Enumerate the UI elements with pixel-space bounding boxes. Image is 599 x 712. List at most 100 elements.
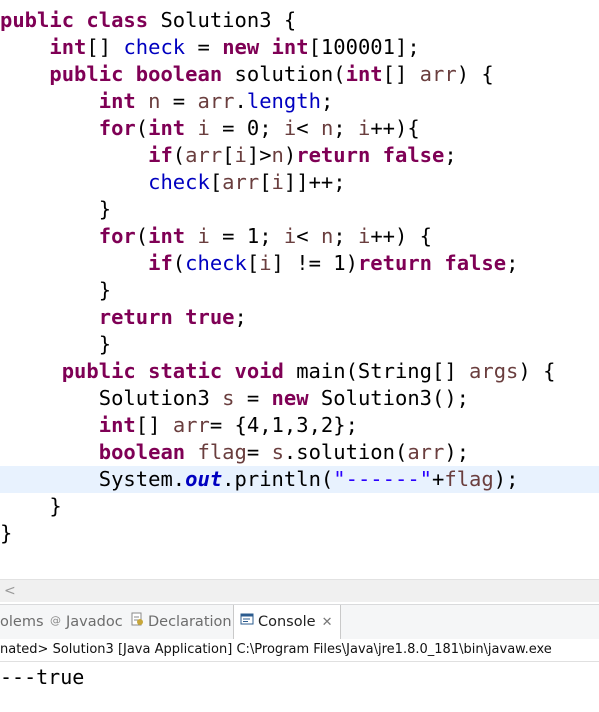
code-token: arr bbox=[419, 62, 457, 86]
code-line[interactable]: public static void main(String[] args) { bbox=[0, 358, 556, 385]
code-token: ; bbox=[444, 143, 457, 167]
code-token: return false bbox=[357, 251, 507, 275]
code-token: [100001]; bbox=[308, 35, 420, 59]
code-line[interactable]: int n = arr.length; bbox=[0, 88, 334, 115]
code-token: i bbox=[283, 224, 297, 248]
code-token: args bbox=[469, 359, 519, 383]
code-line[interactable]: check[arr[i]]++; bbox=[0, 169, 346, 196]
code-token: . bbox=[234, 89, 247, 113]
code-token: ) { bbox=[456, 62, 494, 86]
code-line[interactable]: int[] check = new int[100001]; bbox=[0, 34, 420, 61]
code-token: if bbox=[148, 143, 173, 167]
tab-console[interactable]: Console ✕ bbox=[233, 605, 342, 639]
code-editor[interactable]: public class Solution3 { int[] check = n… bbox=[0, 0, 599, 578]
code-token: = bbox=[160, 89, 198, 113]
code-token: } bbox=[0, 197, 112, 221]
scroll-left-arrow[interactable]: < bbox=[4, 581, 16, 601]
code-token: [] bbox=[382, 62, 420, 86]
code-token: [ bbox=[209, 170, 223, 194]
code-token: = 0; bbox=[209, 116, 284, 140]
code-token: ; bbox=[333, 116, 358, 140]
code-token: ]> bbox=[246, 143, 272, 167]
code-line[interactable]: Solution3 s = new Solution3(); bbox=[0, 385, 469, 412]
code-token: i bbox=[283, 116, 297, 140]
code-line[interactable]: return true; bbox=[0, 304, 247, 331]
code-token: = 1; bbox=[209, 224, 284, 248]
code-token: [ bbox=[246, 251, 260, 275]
declaration-icon bbox=[130, 605, 144, 639]
at-icon: @ bbox=[50, 605, 62, 639]
code-token: } bbox=[0, 521, 13, 545]
code-token: boolean bbox=[98, 440, 198, 464]
code-token: [] bbox=[135, 413, 173, 437]
code-token: public class bbox=[0, 8, 161, 32]
code-line[interactable]: } bbox=[0, 196, 111, 223]
code-line[interactable]: } bbox=[0, 520, 12, 547]
code-line[interactable]: for(int i = 0; i< n; i++){ bbox=[0, 115, 420, 142]
code-line[interactable]: int[] arr= {4,1,3,2}; bbox=[0, 412, 358, 439]
code-line[interactable]: } bbox=[0, 493, 62, 520]
code-token: n bbox=[148, 89, 161, 113]
tab-javadoc-label: Javadoc bbox=[66, 614, 123, 630]
code-token: solution( bbox=[234, 62, 346, 86]
code-token: .println( bbox=[222, 467, 334, 491]
code-token: new int bbox=[222, 35, 309, 59]
tab-declaration-label: Declaration bbox=[148, 614, 232, 630]
code-token: for bbox=[98, 224, 136, 248]
code-token: flag bbox=[444, 467, 494, 491]
code-token: i bbox=[357, 116, 371, 140]
code-token: ++) { bbox=[370, 224, 433, 248]
code-token: check bbox=[185, 251, 247, 275]
code-token: } bbox=[0, 494, 62, 518]
code-token: flag bbox=[197, 440, 247, 464]
code-line[interactable]: } bbox=[0, 277, 111, 304]
tab-declaration[interactable]: Declaration bbox=[130, 605, 232, 639]
code-line[interactable]: } bbox=[0, 331, 111, 358]
code-token: "------" bbox=[333, 467, 433, 491]
code-token: check bbox=[148, 170, 210, 194]
code-token: ; bbox=[320, 89, 334, 113]
code-token: ++){ bbox=[370, 116, 420, 140]
code-token: check bbox=[123, 35, 186, 59]
code-token: = bbox=[234, 386, 272, 410]
code-token: int bbox=[345, 62, 383, 86]
code-line[interactable]: for(int i = 1; i< n; i++) { bbox=[0, 223, 432, 250]
horizontal-scrollbar[interactable]: < bbox=[0, 579, 599, 602]
code-token: if bbox=[148, 251, 173, 275]
code-token: main(String[] bbox=[296, 359, 470, 383]
code-token: int bbox=[148, 224, 198, 248]
code-token: } bbox=[0, 332, 112, 356]
code-token: .solution( bbox=[283, 440, 408, 464]
code-line[interactable]: System.out.println("------"+flag); bbox=[0, 466, 599, 493]
code-token: ; bbox=[506, 251, 519, 275]
code-token: ; bbox=[333, 224, 358, 248]
code-line[interactable]: boolean flag= s.solution(arr); bbox=[0, 439, 469, 466]
code-token: Solution3(); bbox=[320, 386, 470, 410]
tab-javadoc[interactable]: @ Javadoc bbox=[50, 605, 123, 639]
code-token: int bbox=[98, 413, 136, 437]
code-token: < bbox=[296, 224, 321, 248]
code-token: < bbox=[296, 116, 321, 140]
console-launch-header: nated> Solution3 [Java Application] C:\P… bbox=[0, 639, 599, 662]
tab-problems[interactable]: olems bbox=[0, 605, 44, 639]
code-line[interactable]: public class Solution3 { bbox=[0, 7, 296, 34]
code-line[interactable]: if(check[i] != 1)return false; bbox=[0, 250, 518, 277]
code-token: arr bbox=[197, 89, 235, 113]
close-icon[interactable]: ✕ bbox=[322, 615, 333, 630]
code-line[interactable]: if(arr[i]>n)return false; bbox=[0, 142, 457, 169]
tab-console-label: Console bbox=[258, 614, 316, 630]
code-token: new bbox=[271, 386, 321, 410]
code-token: return false bbox=[296, 143, 445, 167]
code-line[interactable]: public boolean solution(int[] arr) { bbox=[0, 61, 494, 88]
code-token: [] bbox=[86, 35, 124, 59]
console-output[interactable]: ---true bbox=[0, 663, 84, 691]
code-token: s bbox=[271, 440, 284, 464]
code-token: out bbox=[185, 467, 223, 491]
code-token: + bbox=[432, 467, 445, 491]
